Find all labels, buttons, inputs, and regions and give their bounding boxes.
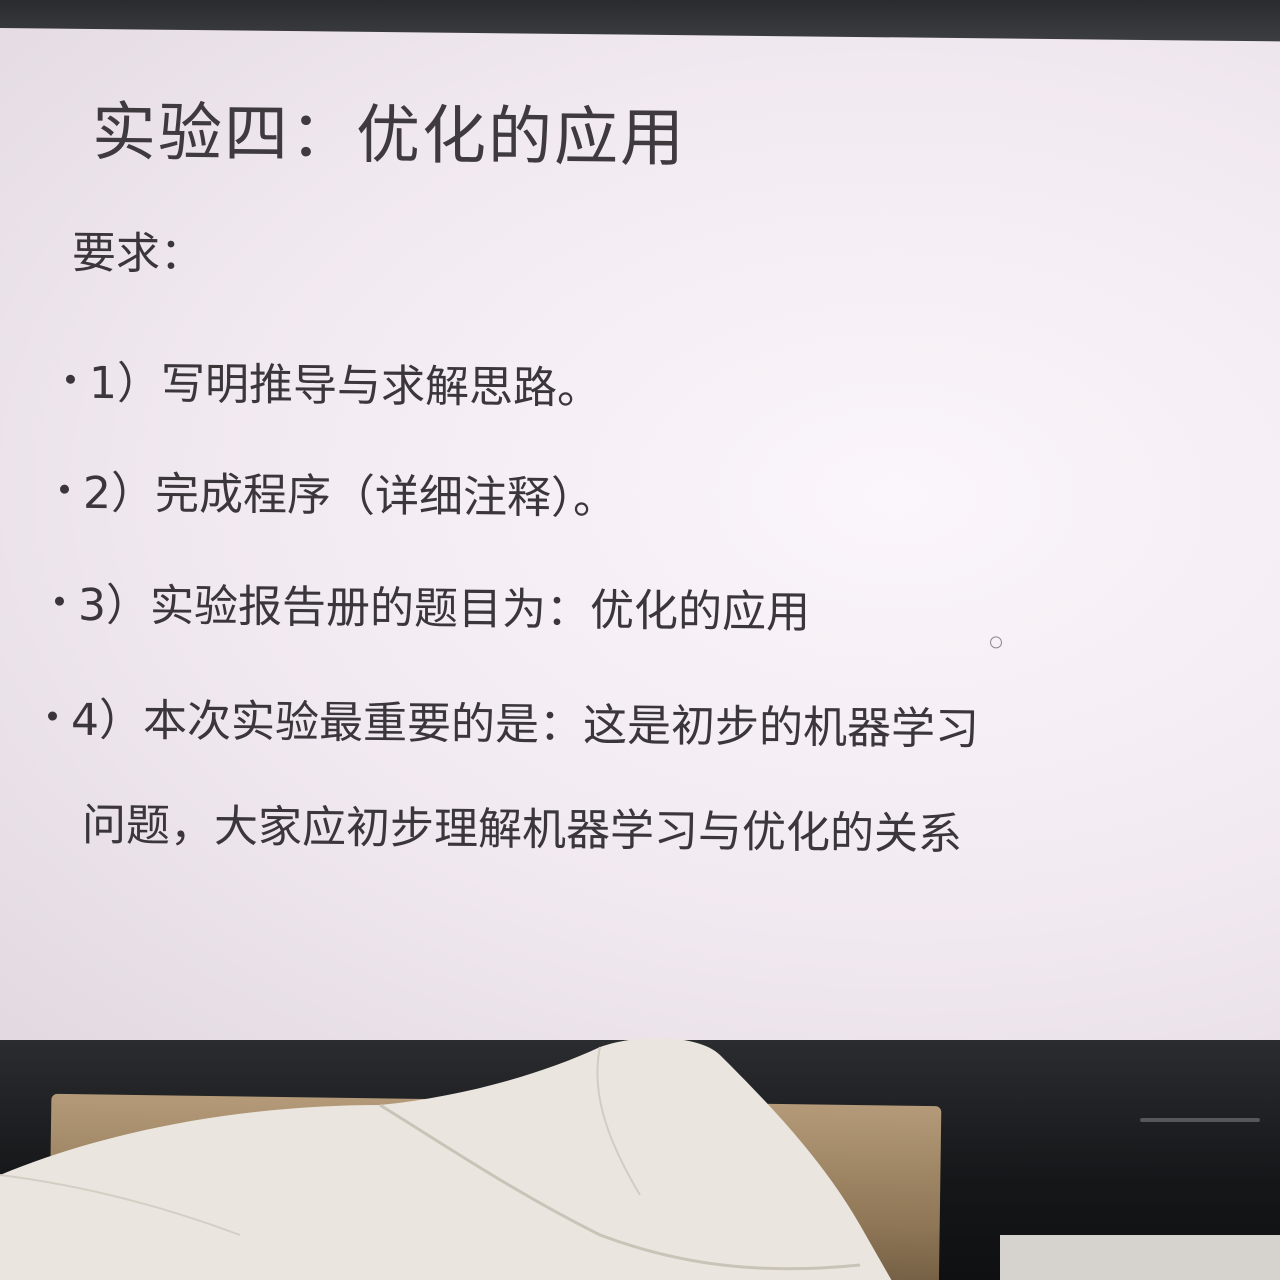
requirement-item-1-text: 1）写明推导与求解思路。 [89, 357, 601, 415]
desk-surface [1000, 1235, 1280, 1280]
requirement-item-3: 3）实验报告册的题目为：优化的应用 [55, 569, 810, 641]
bullet-icon [48, 711, 57, 721]
requirement-item-4-continuation: 问题，大家应初步理解机器学习与优化的关系 [82, 799, 962, 861]
bullet-icon [55, 596, 64, 606]
bullet-icon [66, 374, 75, 384]
monitor-button-strip [1140, 1118, 1260, 1122]
photo-scene: 实验四：优化的应用 要求： 1）写明推导与求解思路。 2）完成程序（详细注释）。… [0, 0, 1280, 1280]
monitor-screen: 实验四：优化的应用 要求： 1）写明推导与求解思路。 2）完成程序（详细注释）。… [0, 28, 1280, 1062]
requirement-item-3-text: 3）实验报告册的题目为：优化的应用 [78, 579, 810, 639]
requirement-item-1: 1）写明推导与求解思路。 [66, 347, 601, 417]
requirements-label: 要求： [72, 227, 204, 281]
slide-title: 实验四：优化的应用 [92, 95, 686, 177]
tissue-paper [0, 1037, 892, 1280]
zoom-icon[interactable] [990, 636, 1002, 649]
requirement-item-4: 4）本次实验最重要的是：这是初步的机器学习 [48, 684, 979, 758]
requirement-item-4-text: 4）本次实验最重要的是：这是初步的机器学习 [71, 694, 979, 756]
requirement-item-2-text: 2）完成程序（详细注释）。 [83, 467, 617, 525]
bullet-icon [60, 484, 69, 494]
requirement-item-2: 2）完成程序（详细注释）。 [60, 457, 617, 527]
